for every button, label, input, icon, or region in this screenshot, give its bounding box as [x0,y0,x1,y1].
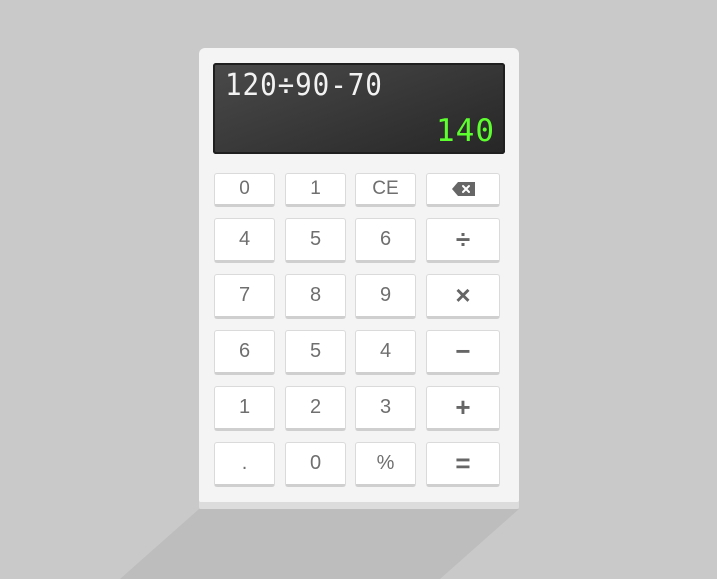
key-6-secondary[interactable]: 6 [214,330,275,375]
key-1[interactable]: 1 [285,173,346,207]
decimal-button[interactable]: . [214,442,275,487]
key-6[interactable]: 6 [355,218,416,263]
multiply-icon: × [455,280,471,310]
key-4[interactable]: 4 [214,218,275,263]
divide-button[interactable]: ÷ [426,218,500,263]
expression-display: 120÷90-70 [225,68,383,103]
key-1-secondary[interactable]: 1 [214,386,275,431]
key-5[interactable]: 5 [285,218,346,263]
percent-button[interactable]: % [355,442,416,487]
key-2[interactable]: 2 [285,386,346,431]
clear-entry-button[interactable]: CE [355,173,416,207]
key-5-secondary[interactable]: 5 [285,330,346,375]
divide-icon: ÷ [455,224,471,254]
add-button[interactable]: + [426,386,500,431]
backspace-button[interactable] [426,173,500,207]
subtract-button[interactable]: − [426,330,500,375]
calculator: 120÷90-70 140 0 1 CE 4 5 6 ÷ 7 8 9 × 6 5… [199,48,519,502]
plus-icon: + [455,392,471,422]
display-screen: 120÷90-70 140 [213,63,505,154]
result-display: 140 [436,113,495,149]
minus-icon: − [455,336,471,366]
equals-icon: = [455,448,471,478]
key-4-secondary[interactable]: 4 [355,330,416,375]
key-0-secondary[interactable]: 0 [285,442,346,487]
key-8[interactable]: 8 [285,274,346,319]
backspace-icon [451,182,475,196]
key-7[interactable]: 7 [214,274,275,319]
key-0[interactable]: 0 [214,173,275,207]
equals-button[interactable]: = [426,442,500,487]
multiply-button[interactable]: × [426,274,500,319]
key-3[interactable]: 3 [355,386,416,431]
key-9[interactable]: 9 [355,274,416,319]
